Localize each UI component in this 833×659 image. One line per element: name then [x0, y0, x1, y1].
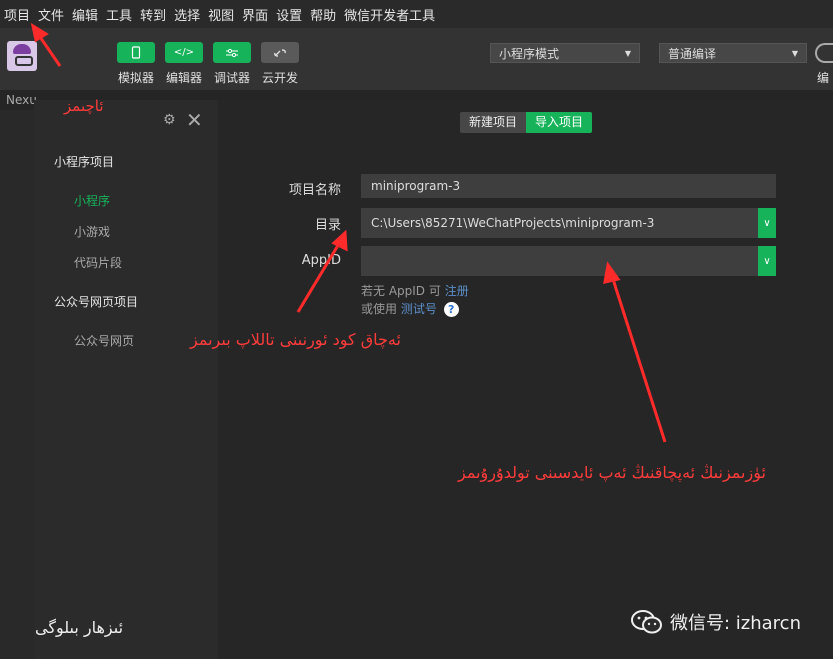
- annotation-directory: ئەچاق كود ئورنىنى تاللاپ بىرىمز: [190, 330, 401, 349]
- annotation-arrows: [30, 22, 667, 443]
- wechat-id: 微信号: izharcn: [670, 613, 801, 634]
- arrow-menu: [36, 33, 62, 67]
- wechat-watermark: 微信号: izharcn: [630, 608, 801, 636]
- arrow-directory: [296, 241, 342, 313]
- annotation-appid: ئۈزىمزنىڭ ئەپچاقنىڭ ئەپ ئايدسىنى تولدۇرۇ…: [458, 463, 766, 482]
- wechat-icon: [631, 610, 662, 634]
- arrowhead-menu: [30, 22, 49, 43]
- blog-watermark: ئىزهار بىلوگى: [35, 618, 124, 637]
- arrow-appid: [610, 275, 667, 443]
- arrowhead-appid: [603, 261, 621, 284]
